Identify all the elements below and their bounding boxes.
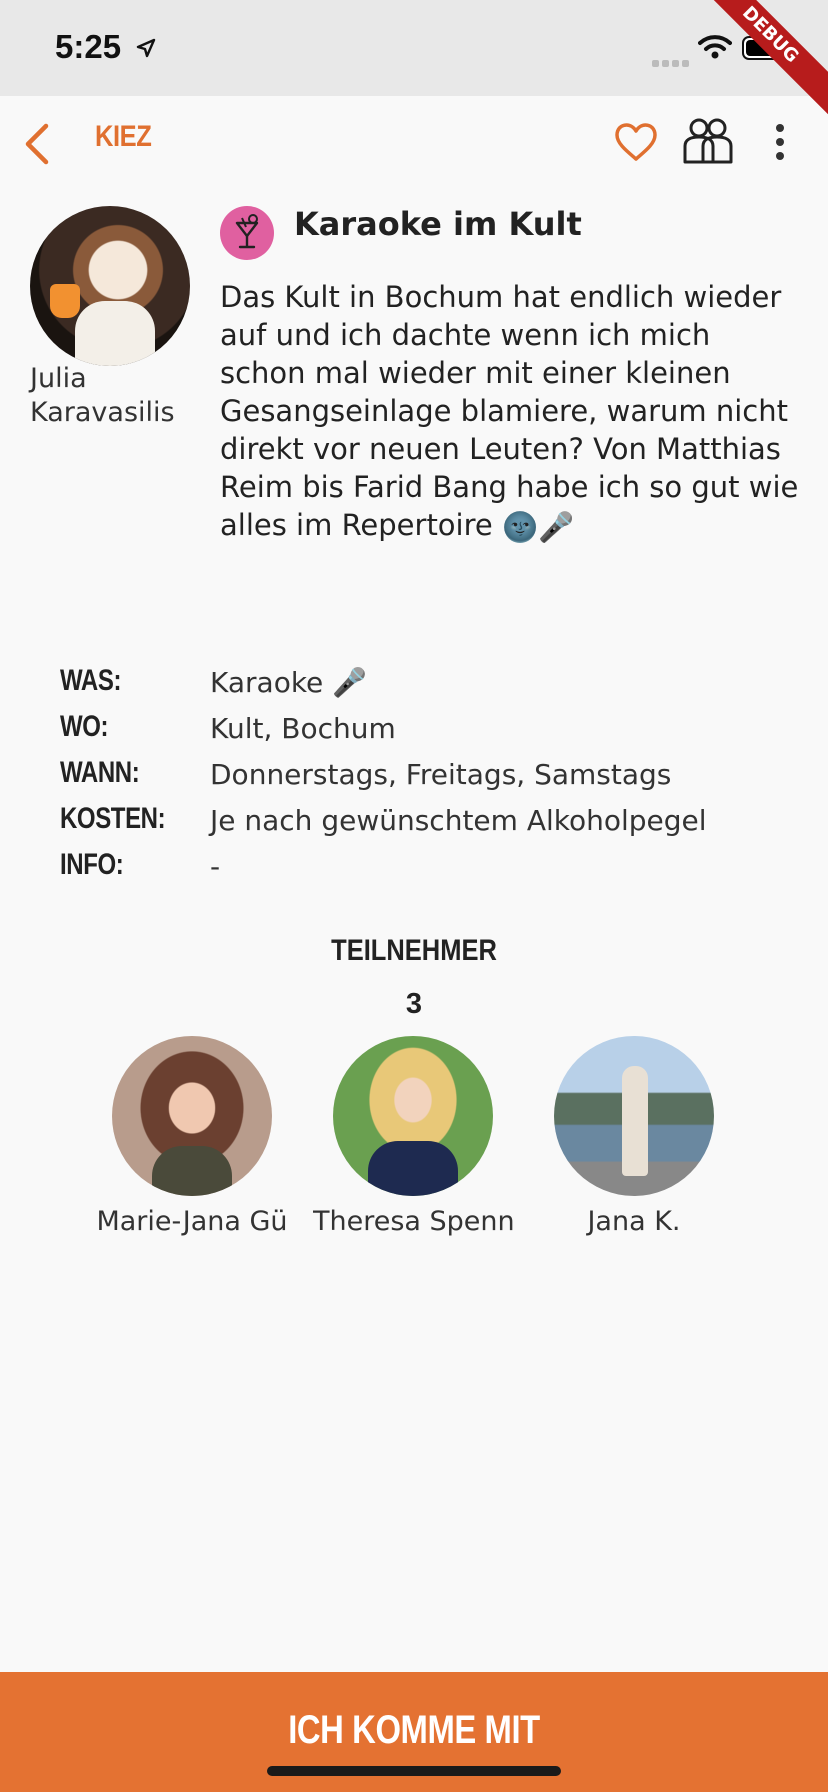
- location-arrow-icon: [136, 28, 156, 66]
- host-name: Julia Karavasilis: [30, 363, 175, 428]
- status-time-label: 5:25: [55, 28, 122, 65]
- top-nav: KIEZ: [0, 96, 828, 192]
- host-avatar[interactable]: [30, 206, 190, 366]
- detail-value: Je nach gewünschtem Alkoholpegel: [210, 804, 707, 837]
- event-title: Karaoke im Kult: [294, 205, 582, 243]
- more-vertical-icon: [776, 124, 784, 160]
- event-details: WAS: Karaoke 🎤 WO: Kult, Bochum WANN: Do…: [60, 664, 800, 894]
- detail-row-kosten: KOSTEN: Je nach gewünschtem Alkoholpegel: [60, 802, 800, 848]
- back-button[interactable]: [18, 122, 58, 166]
- participant-item[interactable]: Theresa Spenn: [313, 1036, 513, 1237]
- join-button-label: ICH KOMME MIT: [288, 1708, 540, 1752]
- avatar: [112, 1036, 272, 1196]
- avatar: [554, 1036, 714, 1196]
- detail-label: INFO:: [60, 848, 124, 881]
- participant-item[interactable]: Jana K.: [534, 1036, 734, 1237]
- detail-value: Karaoke 🎤: [210, 666, 368, 699]
- cellular-signal-icon: [652, 52, 692, 71]
- event-description-text: Das Kult in Bochum hat endlich wieder au…: [220, 280, 799, 542]
- wifi-icon: [698, 34, 732, 64]
- detail-value: -: [210, 850, 221, 883]
- heart-outline-icon: [615, 123, 657, 161]
- detail-row-wo: WO: Kult, Bochum: [60, 710, 800, 756]
- detail-row-wann: WANN: Donnerstags, Freitags, Samstags: [60, 756, 800, 802]
- detail-label: KOSTEN:: [60, 802, 166, 835]
- detail-row-was: WAS: Karaoke 🎤: [60, 664, 800, 710]
- detail-value: Donnerstags, Freitags, Samstags: [210, 758, 672, 791]
- participant-item[interactable]: Marie-Jana Gü: [92, 1036, 292, 1237]
- favorite-button[interactable]: [614, 122, 658, 162]
- participant-name: Theresa Spenn: [313, 1206, 513, 1237]
- participant-name: Jana K.: [587, 1206, 681, 1237]
- detail-label: WANN:: [60, 756, 140, 789]
- status-time: 5:25: [55, 28, 156, 66]
- home-indicator[interactable]: [267, 1766, 561, 1776]
- page-title: KIEZ: [95, 120, 152, 153]
- more-options-button[interactable]: [770, 120, 790, 164]
- detail-label: WAS:: [60, 664, 122, 697]
- participant-name: Marie-Jana Gü: [96, 1206, 288, 1237]
- cocktail-icon: [220, 206, 274, 260]
- detail-value: Kult, Bochum: [210, 712, 396, 745]
- participants-count: 3: [405, 988, 423, 1020]
- participants-title: TEILNEHMER: [331, 934, 497, 967]
- event-description: Das Kult in Bochum hat endlich wieder au…: [220, 278, 800, 546]
- group-icon: [683, 118, 733, 164]
- detail-row-info: INFO: -: [60, 848, 800, 894]
- chevron-left-icon: [25, 123, 49, 165]
- avatar: [333, 1036, 493, 1196]
- detail-label: WO:: [60, 710, 109, 743]
- participants-button[interactable]: [682, 116, 734, 166]
- event-description-emoji: 🌚🎤: [501, 510, 575, 544]
- status-bar: 5:25: [0, 0, 828, 96]
